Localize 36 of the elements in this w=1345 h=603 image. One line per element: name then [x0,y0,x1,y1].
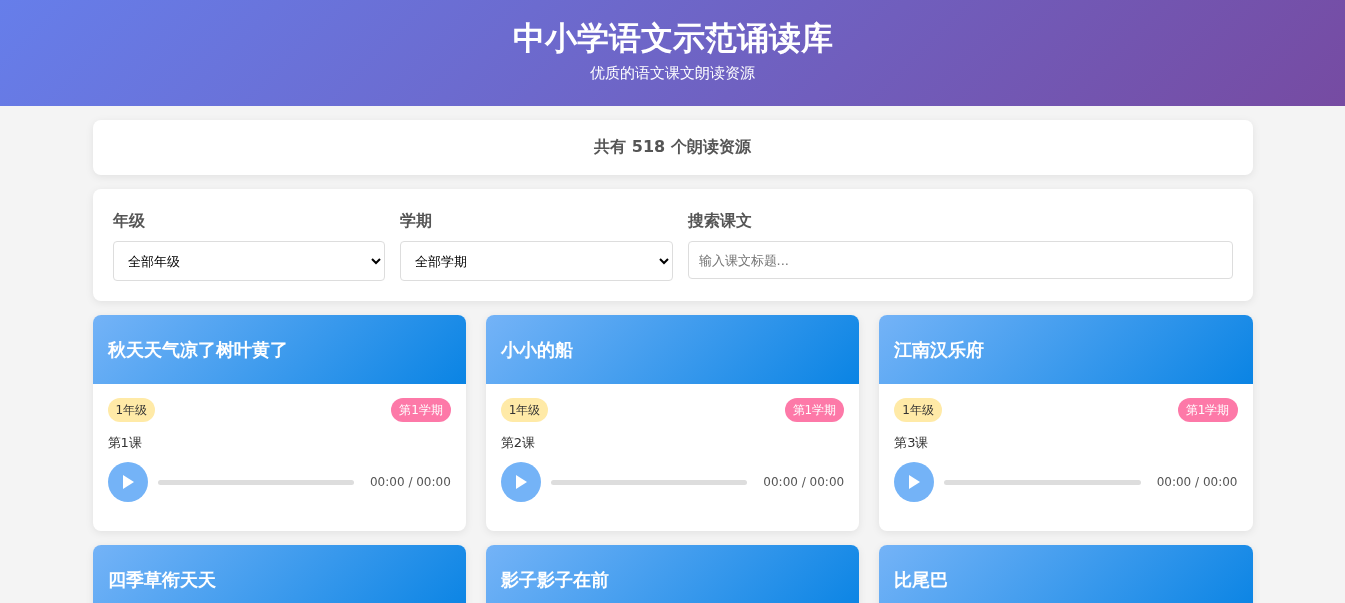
lesson-title: 影子影子在前 [500,567,609,592]
grade-tag: 1年级 [107,398,156,422]
lesson-title: 江南汉乐府 [894,337,985,362]
search-field[interactable]: 输入课文标题... [687,241,1233,279]
page-title: 中小学语文示范诵读库 [512,18,833,58]
dropdown[interactable]: 全部学期 [399,241,673,281]
lesson-title: 秋天天气凉了树叶黄了 [107,337,288,362]
term-tag: 第1学期 [784,398,845,422]
grade-tag: 1年级 [894,398,942,422]
play-button[interactable] [107,462,148,502]
term-tag: 第1学期 [1177,398,1238,422]
lesson-title: 比尾巴 [894,567,949,592]
audio-time: 00:00 / 00:00 [370,475,451,489]
play-icon [121,475,134,489]
lesson-number: 第3课 [894,434,930,452]
term-tag: 第1学期 [391,398,451,422]
resource-count: 共有 518 个朗读资源 [594,137,751,158]
play-icon [514,475,527,489]
filter-label: 搜索课文 [687,210,752,232]
audio-progress[interactable] [944,479,1141,485]
play-button[interactable] [894,462,935,502]
filter-label: 年级 [112,210,145,232]
audio-progress[interactable] [550,479,748,485]
lesson-number: 第2课 [500,434,537,452]
audio-time: 00:00 / 00:00 [763,475,845,489]
audio-progress[interactable] [157,479,354,485]
dropdown[interactable]: 全部年级 [112,241,385,281]
filter-label: 学期 [399,210,432,232]
grade-tag: 1年级 [500,398,549,422]
play-button[interactable] [500,462,541,502]
page-subtitle: 优质的语文课文朗读资源 [590,64,755,83]
play-icon [908,475,921,489]
lesson-title: 四季草衔天天 [107,567,216,592]
audio-time: 00:00 / 00:00 [1156,475,1238,489]
lesson-title: 小小的船 [500,337,573,362]
lesson-number: 第1课 [107,434,143,452]
